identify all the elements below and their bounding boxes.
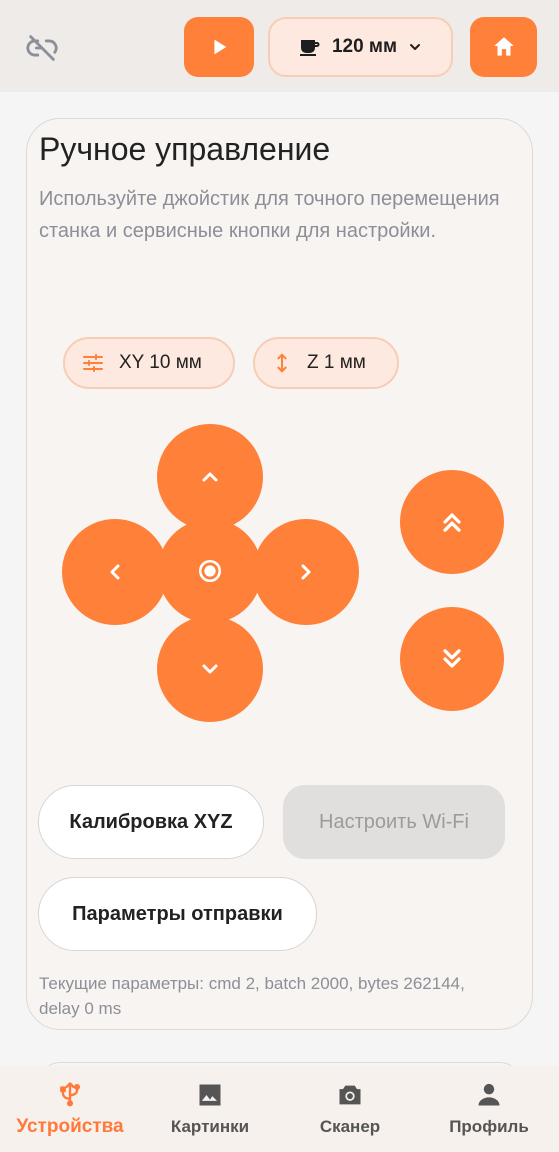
chevron-down-icon <box>410 44 421 50</box>
calibrate-xyz-button[interactable]: Калибровка XYZ <box>38 785 264 859</box>
configure-wifi-button[interactable]: Настроить Wi-Fi <box>283 785 505 859</box>
camera-icon <box>339 1085 361 1105</box>
double-chevron-down-icon <box>443 649 461 668</box>
home-button[interactable] <box>470 17 537 77</box>
z-up-button[interactable] <box>400 470 504 574</box>
manual-control-card: Ручное управление Используйте джойстик д… <box>26 118 533 1030</box>
current-params-text: Текущие параметры: cmd 2, batch 2000, by… <box>39 974 465 1018</box>
send-params-button[interactable]: Параметры отправки <box>38 877 317 951</box>
link-off-icon[interactable] <box>22 28 62 68</box>
z-step-label: Z 1 мм <box>307 352 366 373</box>
bottom-nav: Устройства Картинки Сканер Профиль <box>0 1066 559 1152</box>
jog-right-button[interactable] <box>253 519 359 625</box>
jog-center-button[interactable] <box>158 519 262 623</box>
z-down-button[interactable] <box>400 607 504 711</box>
size-selector[interactable]: 120 мм <box>268 17 453 77</box>
play-icon <box>214 39 227 55</box>
sliders-icon <box>83 354 103 372</box>
jog-left-button[interactable] <box>62 519 168 625</box>
chevron-right-icon <box>301 564 311 580</box>
nav-label-devices: Устройства <box>16 1116 124 1137</box>
double-chevron-up-icon <box>443 513 461 532</box>
usb-icon <box>60 1082 81 1107</box>
target-icon <box>198 559 222 583</box>
xy-step-chip[interactable]: XY 10 мм <box>63 337 235 389</box>
cup-icon <box>299 40 320 56</box>
nav-item-profile[interactable]: Профиль <box>419 1066 559 1152</box>
vertical-arrows-icon <box>277 353 287 373</box>
jog-down-button[interactable] <box>157 616 263 722</box>
nav-item-devices[interactable]: Устройства <box>0 1066 140 1152</box>
chevron-left-icon <box>110 564 120 580</box>
home-icon <box>493 37 514 56</box>
image-icon <box>199 1084 221 1106</box>
nav-item-scanner[interactable]: Сканер <box>280 1066 420 1152</box>
top-bar: 120 мм <box>0 0 559 92</box>
card-description: Используйте джойстик для точного перемещ… <box>39 188 500 242</box>
size-label: 120 мм <box>331 36 398 57</box>
chevron-down-icon <box>202 664 218 674</box>
person-icon <box>478 1083 500 1106</box>
nav-label-pictures: Картинки <box>170 1117 250 1136</box>
card-title: Ручное управление <box>39 131 331 167</box>
play-button[interactable] <box>184 17 254 77</box>
nav-label-profile: Профиль <box>449 1117 529 1136</box>
xy-step-label: XY 10 мм <box>119 352 202 373</box>
nav-label-scanner: Сканер <box>319 1117 381 1136</box>
chevron-up-icon <box>202 472 218 482</box>
jog-up-button[interactable] <box>157 424 263 530</box>
nav-item-pictures[interactable]: Картинки <box>140 1066 280 1152</box>
z-step-chip[interactable]: Z 1 мм <box>253 337 399 389</box>
